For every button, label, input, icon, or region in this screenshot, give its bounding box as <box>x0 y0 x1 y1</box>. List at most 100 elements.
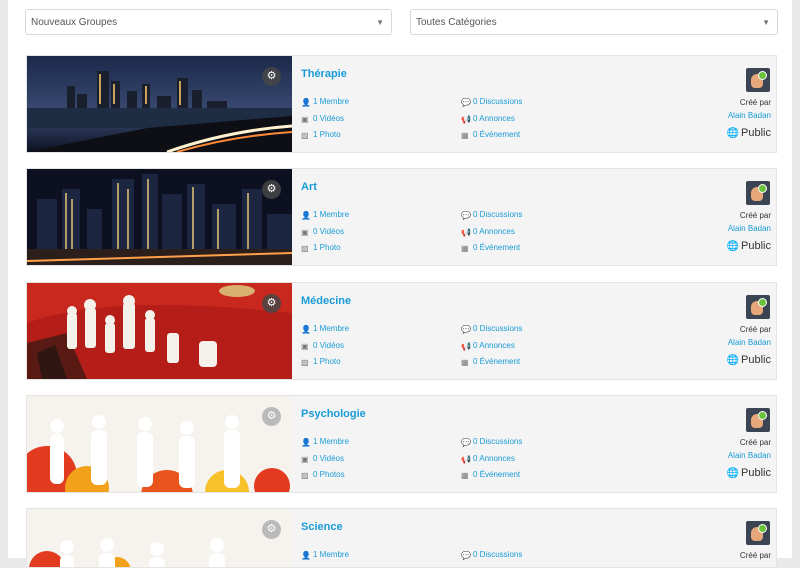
group-cover-image[interactable]: ⚙ <box>27 509 292 567</box>
visibility-label: 🌐 Public <box>726 467 771 479</box>
discussion-icon: 💬 <box>461 324 471 334</box>
photo-icon: ▨ <box>301 243 309 253</box>
avatar[interactable] <box>746 295 770 319</box>
author-link[interactable]: Alain Badan <box>728 338 771 347</box>
photo-icon: ▨ <box>301 470 309 480</box>
group-cover-image[interactable]: ⚙ <box>27 283 292 379</box>
online-status-icon <box>758 298 767 307</box>
visibility-label: 🌐 Public <box>726 240 771 252</box>
members-icon: 👤 <box>301 324 311 334</box>
members-icon: 👤 <box>301 97 311 107</box>
megaphone-icon: 📢 <box>461 114 471 124</box>
discussion-icon: 💬 <box>461 210 471 220</box>
author-link[interactable]: Alain Badan <box>728 451 771 460</box>
calendar-icon: ▦ <box>461 243 469 253</box>
calendar-icon: ▦ <box>461 130 469 140</box>
members-link[interactable]: 👤 1 Membre <box>301 210 349 220</box>
gear-icon[interactable]: ⚙ <box>262 67 281 86</box>
visibility-label: 🌐 Public <box>726 127 771 139</box>
globe-icon: 🌐 <box>726 468 740 479</box>
members-link[interactable]: 👤 1 Membre <box>301 97 349 107</box>
avatar[interactable] <box>746 68 770 92</box>
gear-icon[interactable]: ⚙ <box>262 407 281 426</box>
videos-link[interactable]: ▣ 0 Vidéos <box>301 227 344 237</box>
announcements-link[interactable]: 📢 0 Annonces <box>461 454 515 464</box>
members-link[interactable]: 👤 1 Membre <box>301 324 349 334</box>
online-status-icon <box>758 411 767 420</box>
group-card-psychologie: ⚙ Psychologie 👤 1 Membre ▣ 0 Vidéos ▨ 0 Pho… <box>26 395 777 493</box>
videos-link[interactable]: ▣ 0 Vidéos <box>301 114 344 124</box>
calendar-icon: ▦ <box>461 357 469 367</box>
group-cover-image[interactable]: ⚙ <box>27 169 292 265</box>
author-link[interactable]: Alain Badan <box>728 111 771 120</box>
created-by-label: Créé par <box>739 98 771 107</box>
chevron-down-icon: ▼ <box>376 18 384 27</box>
visibility-label: 🌐 Public <box>726 354 771 366</box>
created-by-label: Créé par <box>739 211 771 220</box>
gear-icon[interactable]: ⚙ <box>262 294 281 313</box>
group-sort-select[interactable]: Nouveaux Groupes ▼ <box>25 9 392 35</box>
group-cover-image[interactable]: ⚙ <box>27 56 292 152</box>
chevron-down-icon: ▼ <box>762 18 770 27</box>
events-link[interactable]: ▦ 0 Événement <box>461 357 520 367</box>
category-select[interactable]: Toutes Catégories ▼ <box>410 9 778 35</box>
globe-icon: 🌐 <box>726 128 740 139</box>
avatar[interactable] <box>746 408 770 432</box>
group-sort-value: Nouveaux Groupes <box>31 17 118 28</box>
megaphone-icon: 📢 <box>461 227 471 237</box>
globe-icon: 🌐 <box>726 241 740 252</box>
created-by-label: Créé par <box>739 551 771 560</box>
gear-icon[interactable]: ⚙ <box>262 520 281 539</box>
discussions-link[interactable]: 💬 0 Discussions <box>461 324 522 334</box>
group-title[interactable]: Art <box>301 181 317 193</box>
photo-icon: ▨ <box>301 130 309 140</box>
group-card-art: ⚙ Art 👤 1 Membre ▣ 0 Vidéos ▨ 1 Photo 💬 0 Di… <box>26 168 777 266</box>
gear-icon[interactable]: ⚙ <box>262 180 281 199</box>
video-icon: ▣ <box>301 114 309 124</box>
group-title[interactable]: Science <box>301 521 343 533</box>
discussions-link[interactable]: 💬 0 Discussions <box>461 437 522 447</box>
video-icon: ▣ <box>301 454 309 464</box>
video-icon: ▣ <box>301 341 309 351</box>
photo-icon: ▨ <box>301 357 309 367</box>
group-title[interactable]: Médecine <box>301 295 351 307</box>
megaphone-icon: 📢 <box>461 341 471 351</box>
members-icon: 👤 <box>301 437 311 447</box>
page: Nouveaux Groupes ▼ Toutes Catégories ▼ ⚙… <box>8 0 792 568</box>
photos-link[interactable]: ▨ 0 Photos <box>301 470 345 480</box>
megaphone-icon: 📢 <box>461 454 471 464</box>
author-link[interactable]: Alain Badan <box>728 224 771 233</box>
avatar[interactable] <box>746 181 770 205</box>
group-title[interactable]: Thérapie <box>301 68 347 80</box>
discussion-icon: 💬 <box>461 437 471 447</box>
announcements-link[interactable]: 📢 0 Annonces <box>461 341 515 351</box>
photos-link[interactable]: ▨ 1 Photo <box>301 357 341 367</box>
group-card-medecine: ⚙ Médecine 👤 1 Membre ▣ 0 Vidéos ▨ 1 Photo … <box>26 282 777 380</box>
members-link[interactable]: 👤 1 Membre <box>301 437 349 447</box>
avatar[interactable] <box>746 521 770 545</box>
video-icon: ▣ <box>301 227 309 237</box>
group-card-science: ⚙ Science 👤 1 Membre 💬 0 Discussions Créé … <box>26 508 777 568</box>
group-cover-image[interactable]: ⚙ <box>27 396 292 492</box>
online-status-icon <box>758 524 767 533</box>
online-status-icon <box>758 71 767 80</box>
events-link[interactable]: ▦ 0 Événement <box>461 470 520 480</box>
group-title[interactable]: Psychologie <box>301 408 366 420</box>
events-link[interactable]: ▦ 0 Événement <box>461 130 520 140</box>
videos-link[interactable]: ▣ 0 Vidéos <box>301 341 344 351</box>
photos-link[interactable]: ▨ 1 Photo <box>301 130 341 140</box>
created-by-label: Créé par <box>739 438 771 447</box>
group-card-therapie: ⚙ Thérapie 👤 1 Membre ▣ 0 Vidéos ▨ 1 Photo … <box>26 55 777 153</box>
photos-link[interactable]: ▨ 1 Photo <box>301 243 341 253</box>
announcements-link[interactable]: 📢 0 Annonces <box>461 227 515 237</box>
discussions-link[interactable]: 💬 0 Discussions <box>461 210 522 220</box>
globe-icon: 🌐 <box>726 355 740 366</box>
online-status-icon <box>758 184 767 193</box>
videos-link[interactable]: ▣ 0 Vidéos <box>301 454 344 464</box>
discussion-icon: 💬 <box>461 97 471 107</box>
announcements-link[interactable]: 📢 0 Annonces <box>461 114 515 124</box>
members-icon: 👤 <box>301 210 311 220</box>
events-link[interactable]: ▦ 0 Événement <box>461 243 520 253</box>
discussions-link[interactable]: 💬 0 Discussions <box>461 97 522 107</box>
category-value: Toutes Catégories <box>416 17 497 28</box>
